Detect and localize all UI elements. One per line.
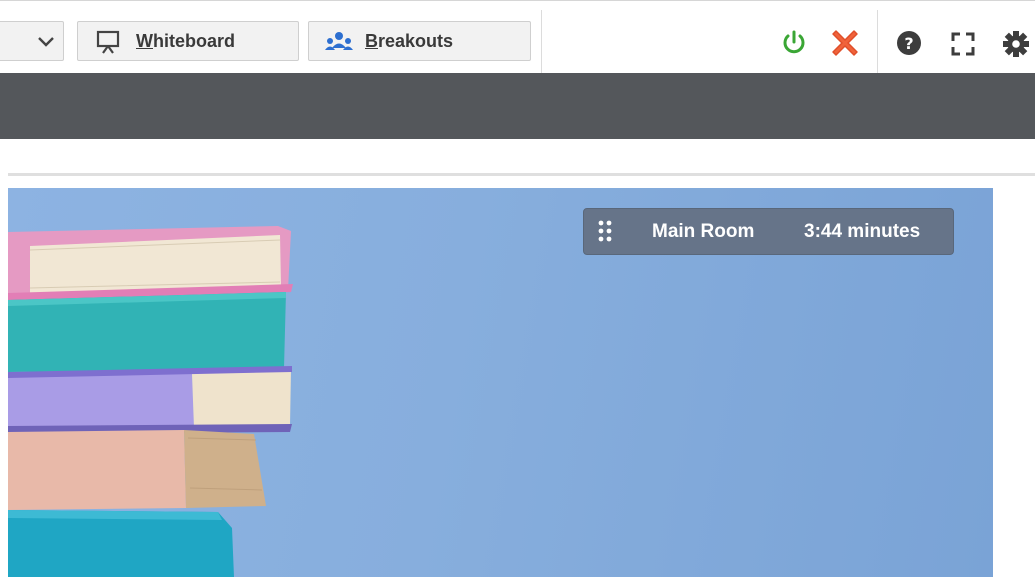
room-name: Main Room — [652, 221, 755, 242]
help-icon[interactable]: ? — [896, 30, 922, 61]
sub-header-strip — [0, 139, 1035, 173]
top-toolbar: Whiteboard Breakouts ? — [0, 0, 1035, 74]
whiteboard-label: hiteboard — [153, 31, 236, 51]
dropdown-toggle-button[interactable] — [0, 21, 64, 61]
breakouts-mnemonic: B — [365, 31, 378, 51]
breakouts-button[interactable]: Breakouts — [308, 21, 531, 61]
content-divider — [8, 173, 1035, 176]
header-bar — [0, 73, 1035, 139]
room-timer: 3:44 minutes — [804, 221, 921, 242]
svg-text:?: ? — [904, 34, 913, 53]
whiteboard-button[interactable]: Whiteboard — [77, 21, 299, 61]
whiteboard-mnemonic: W — [136, 31, 153, 51]
breakouts-group-icon — [323, 31, 353, 58]
breakouts-label: reakouts — [378, 31, 454, 51]
gear-icon[interactable] — [1001, 29, 1033, 64]
toolbar-divider — [877, 10, 878, 74]
power-icon[interactable] — [780, 29, 808, 62]
toolbar-divider — [541, 10, 542, 74]
room-timer-badge[interactable]: Main Room 3:44 minutes — [583, 208, 954, 255]
drag-handle-icon[interactable] — [598, 220, 612, 250]
whiteboard-icon — [95, 29, 121, 60]
close-icon[interactable] — [827, 25, 863, 66]
fullscreen-icon[interactable] — [951, 32, 975, 61]
chevron-down-icon — [37, 33, 55, 54]
